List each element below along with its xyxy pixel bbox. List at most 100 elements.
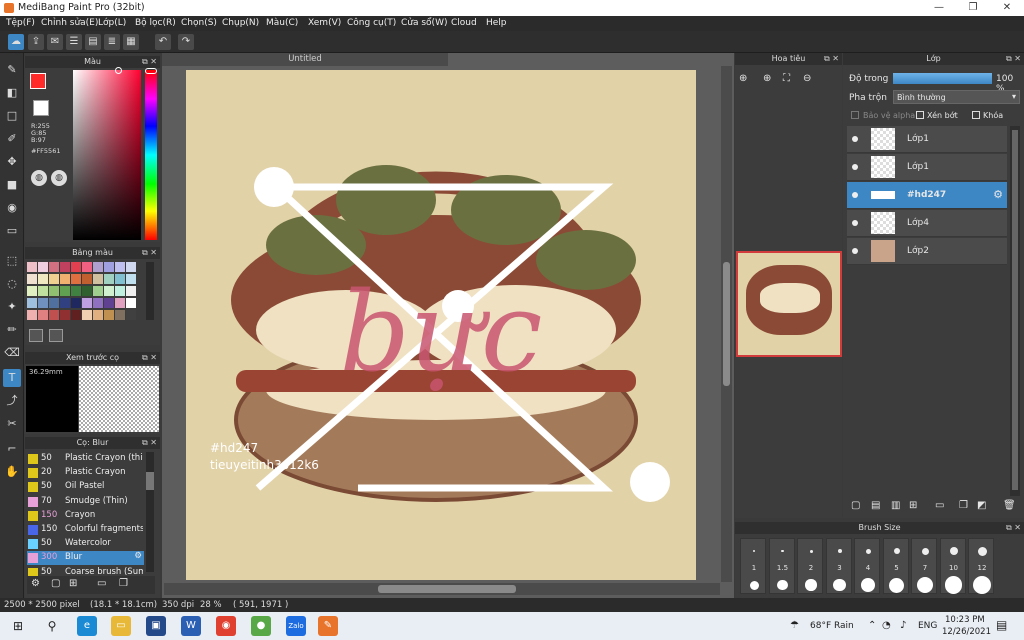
swatch-scrollbar[interactable] [146,262,154,320]
navigator-thumbnail[interactable] [736,251,842,357]
swatch-cell[interactable] [93,298,103,308]
add-swatch-icon[interactable] [29,329,43,342]
swatch-cell[interactable] [82,286,92,296]
eraser-tool-icon[interactable]: ◧ [3,84,21,102]
brush-list-item[interactable]: 20 Plastic Crayon [27,466,144,480]
zoom-in-alt-icon[interactable]: ⊕ [763,73,771,84]
brush-list-item[interactable]: 50 Plastic Crayon (thick) [27,452,144,466]
minimize-button[interactable]: — [922,0,956,16]
swatch-cell[interactable] [49,262,59,272]
weather-text[interactable]: 68°F Rain [810,621,854,631]
blend-select[interactable]: Bình thường ▾ [893,90,1020,104]
clock-date[interactable]: 12/26/2021 [942,627,991,637]
swatch-cell[interactable] [93,286,103,296]
panel-close-icon[interactable]: ⧉ ✕ [1006,53,1021,65]
select-eraser-icon[interactable]: ⌫ [3,344,21,362]
swatch-cell[interactable] [126,286,136,296]
folder-icon[interactable]: ▭ [935,500,944,511]
swatch-cell[interactable] [82,310,92,320]
brush-list-item[interactable]: 150 Crayon [27,509,144,523]
copy-icon[interactable]: ❐ [119,578,128,589]
layer-row[interactable]: Lớp1 [847,154,1007,181]
panel-close-icon[interactable]: ⧉ ✕ [142,352,157,364]
edge-icon[interactable]: e [77,616,97,636]
brush-scrollbar[interactable] [146,452,154,572]
menu-view[interactable]: Xem(V) [308,18,341,28]
close-button[interactable]: ✕ [990,0,1024,16]
eyedropper-icon[interactable]: ⌐ [3,440,21,458]
brush-tool-icon[interactable]: ✎ [3,61,21,79]
weather-icon[interactable]: ☂ [790,620,799,631]
palette-icon[interactable]: ◍ [31,170,47,186]
brush-size-option[interactable]: 5 [882,538,909,594]
swatch-cell[interactable] [126,310,136,320]
notification-icon[interactable]: ▤ [996,618,1007,632]
menu-filter[interactable]: Bộ lọc(R) [135,18,176,28]
delete-swatch-icon[interactable] [49,329,63,342]
duplicate-layer-icon[interactable]: ▥ [891,500,900,511]
menu-select[interactable]: Chọn(S) [181,18,217,28]
swatch-cell[interactable] [38,274,48,284]
menu-layer[interactable]: Lớp(L) [98,18,126,28]
layer-row-selected[interactable]: #hd247 ⚙ [847,182,1007,209]
trash-icon[interactable]: 🗑 [1003,500,1016,511]
brush-size-option[interactable]: 1 [740,538,766,594]
clock-time[interactable]: 10:23 PM [945,615,985,625]
store-icon[interactable]: ▣ [146,616,166,636]
merge-icon[interactable]: ❐ [959,500,968,511]
zoom-in-icon[interactable]: ⊕ [739,73,747,84]
menu-color[interactable]: Màu(C) [266,18,298,28]
eye-icon[interactable] [852,164,858,170]
swatch-cell[interactable] [71,310,81,320]
swatch-cell[interactable] [115,262,125,272]
gear-icon[interactable]: ⚙ [134,551,142,561]
search-icon[interactable]: ⚲ [42,616,62,636]
panel-close-icon[interactable]: ⧉ ✕ [824,53,839,65]
menu-edit[interactable]: Chỉnh sửa(E) [41,18,98,28]
swatch-cell[interactable] [104,298,114,308]
new-brush-icon[interactable]: ▢ [51,578,60,589]
swatch-cell[interactable] [60,274,70,284]
zoom-out-icon[interactable]: ⊖ [803,73,811,84]
swatch-cell[interactable] [38,286,48,296]
swatch-cell[interactable] [82,262,92,272]
swatch-cell[interactable] [60,286,70,296]
swatch-cell[interactable] [27,286,37,296]
swatch-cell[interactable] [49,274,59,284]
add-layer-menu-icon[interactable]: ⊞ [909,500,917,511]
brush-size-option[interactable]: 2 [797,538,823,594]
fit-icon[interactable]: ⛶ [783,73,790,84]
windows-start-icon[interactable]: ⊞ [8,616,28,636]
clip-checkbox[interactable] [916,111,924,119]
hue-slider[interactable] [145,70,157,240]
text-tool-icon[interactable]: T [3,369,21,387]
swatch-cell[interactable] [38,310,48,320]
divide-tool-icon[interactable]: ✂ [3,415,21,433]
add-brush-icon[interactable]: ⊞ [69,578,77,589]
swatch-cell[interactable] [49,310,59,320]
swatch-cell[interactable] [27,298,37,308]
bucket-tool-icon[interactable]: ◉ [3,199,21,217]
mask-icon[interactable]: ◩ [977,500,986,511]
cloud-icon[interactable]: ☁ [8,34,24,50]
magic-wand-icon[interactable]: ✦ [3,298,21,316]
comment-icon[interactable]: ✉ [47,34,63,50]
swatch-cell[interactable] [71,262,81,272]
move-tool-icon[interactable]: ✥ [3,153,21,171]
panel-close-icon[interactable]: ⧉ ✕ [142,247,157,259]
swatch-cell[interactable] [115,298,125,308]
protect-alpha-checkbox[interactable] [851,111,859,119]
new-layer-alt-icon[interactable]: ▤ [871,500,880,511]
swatch-cell[interactable] [126,298,136,308]
fill-rect-icon[interactable]: ■ [3,176,21,194]
brush-size-option[interactable]: 3 [825,538,852,594]
eye-icon[interactable] [852,136,858,142]
gear-icon[interactable]: ⚙ [993,188,1003,201]
volume-icon[interactable]: ♪ [900,620,906,631]
swatch-cell[interactable] [126,262,136,272]
swatch-cell[interactable] [82,298,92,308]
brush-list-item[interactable]: 50 Watercolor [27,537,144,551]
folder-icon[interactable]: ▭ [97,578,106,589]
menu-file[interactable]: Tệp(F) [6,18,35,28]
swatch-cell[interactable] [82,274,92,284]
